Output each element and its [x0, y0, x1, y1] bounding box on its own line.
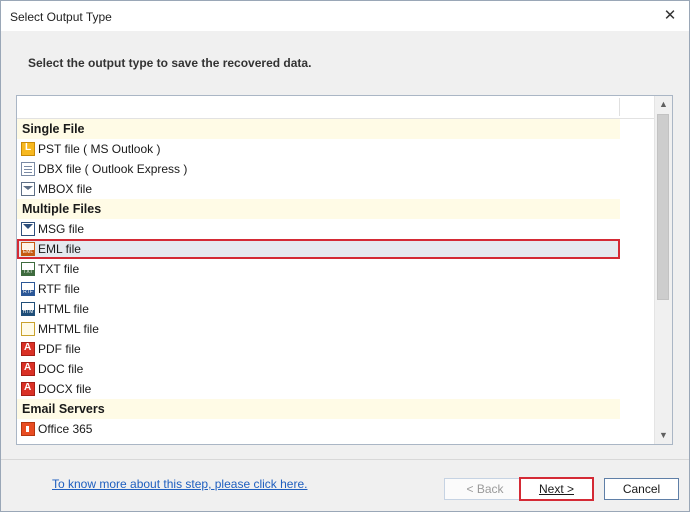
list-item-label: MSG file — [38, 222, 85, 236]
list-item-label: Office 365 — [38, 422, 93, 436]
list-item[interactable]: TXT file — [17, 259, 620, 279]
list-item-label: PDF file — [38, 342, 81, 356]
list-item[interactable]: RTF file — [17, 279, 620, 299]
list-item[interactable]: HTML file — [17, 299, 620, 319]
list-item[interactable]: DOCX file — [17, 379, 620, 399]
list-item-label: DOC file — [38, 362, 84, 376]
title-bar: Select Output Type ✕ — [1, 1, 689, 31]
html-file-icon — [21, 302, 35, 316]
list-item[interactable]: MSG file — [17, 219, 620, 239]
mhtml-file-icon — [21, 322, 35, 336]
footer-divider — [1, 459, 689, 460]
doc-file-icon — [21, 362, 35, 376]
docx-file-icon — [21, 382, 35, 396]
list-item-label: MBOX file — [38, 182, 93, 196]
dialog-window: Select Output Type ✕ Select the output t… — [0, 0, 690, 512]
msg-file-icon — [21, 222, 35, 236]
dialog-title: Select Output Type — [10, 10, 112, 24]
close-button[interactable]: ✕ — [661, 7, 679, 25]
rtf-file-icon — [21, 282, 35, 296]
group-header: Email Servers — [17, 399, 620, 419]
list-item[interactable]: PDF file — [17, 339, 620, 359]
dbx-file-icon — [21, 162, 35, 176]
back-button[interactable]: < Back — [444, 478, 526, 500]
list-item-label: MHTML file — [38, 322, 99, 336]
mbox-file-icon — [21, 182, 35, 196]
list-item-label: RTF file — [38, 282, 80, 296]
cancel-button[interactable]: Cancel — [604, 478, 679, 500]
eml-file-icon — [21, 242, 35, 256]
list-item[interactable]: PST file ( MS Outlook ) — [17, 139, 620, 159]
group-header: Single File — [17, 119, 620, 139]
scroll-down-arrow-icon[interactable]: ▼ — [655, 427, 672, 444]
list-item-label: DBX file ( Outlook Express ) — [38, 162, 188, 176]
list-item-label: EML file — [38, 242, 81, 256]
list-item[interactable]: DBX file ( Outlook Express ) — [17, 159, 620, 179]
scroll-up-arrow-icon[interactable]: ▲ — [655, 96, 672, 113]
next-button[interactable]: Next > — [519, 477, 594, 501]
help-link[interactable]: To know more about this step, please cli… — [52, 477, 307, 491]
group-header: Multiple Files — [17, 199, 620, 219]
pst-file-icon — [21, 142, 35, 156]
list-item-label: HTML file — [38, 302, 89, 316]
list-item[interactable]: MBOX file — [17, 179, 620, 199]
list-rows: Single File PST file ( MS Outlook ) DBX fi… — [17, 119, 654, 439]
scroll-thumb[interactable] — [657, 114, 669, 300]
list-item-label: PST file ( MS Outlook ) — [38, 142, 161, 156]
list-item-label: DOCX file — [38, 382, 92, 396]
list-item[interactable]: DOC file — [17, 359, 620, 379]
header-column-divider[interactable] — [619, 98, 620, 116]
list-item-label: TXT file — [38, 262, 80, 276]
list-item[interactable]: Office 365 — [17, 419, 620, 439]
list-item[interactable]: MHTML file — [17, 319, 620, 339]
list-header — [17, 96, 654, 119]
instruction-text: Select the output type to save the recov… — [28, 56, 312, 70]
output-type-list: Single File PST file ( MS Outlook ) DBX fi… — [16, 95, 673, 445]
txt-file-icon — [21, 262, 35, 276]
list-item[interactable]: EML file — [17, 239, 620, 259]
vertical-scrollbar[interactable]: ▲ ▼ — [654, 96, 672, 444]
office365-icon — [21, 422, 35, 436]
pdf-file-icon — [21, 342, 35, 356]
